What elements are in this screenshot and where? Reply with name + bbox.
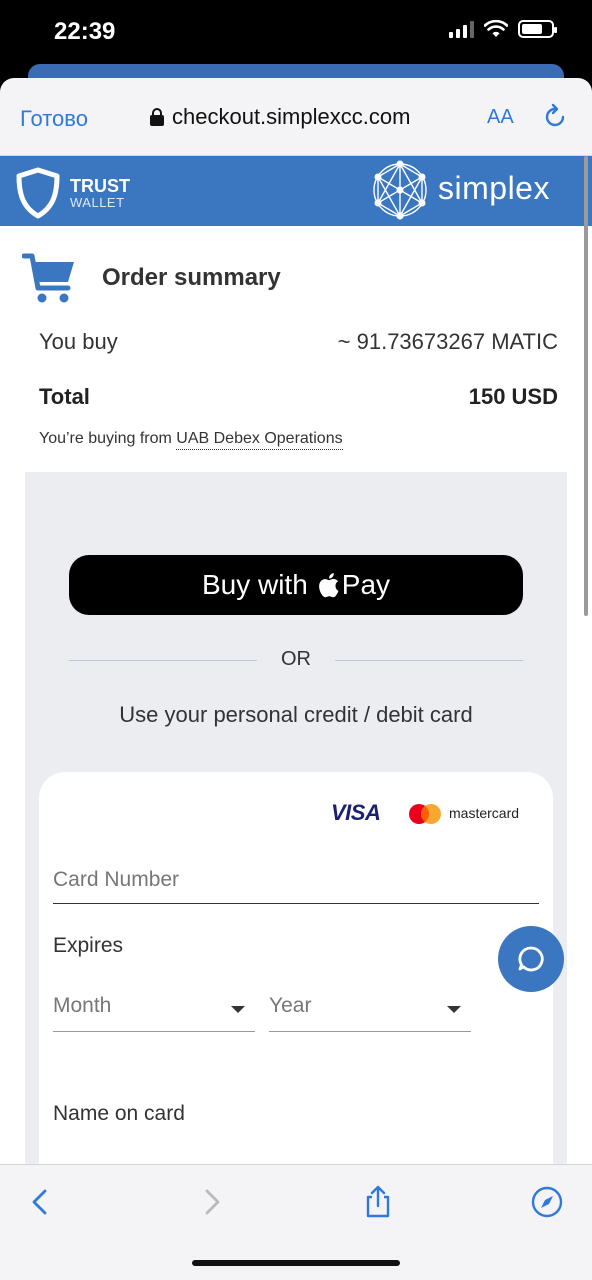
brand-bar: TRUST WALLET simplex <box>0 156 592 226</box>
you-buy-label: You buy <box>39 329 118 354</box>
apple-pay-suffix: Pay <box>341 569 391 600</box>
scrollbar[interactable] <box>584 156 588 616</box>
card-prompt: Use your personal credit / debit card <box>119 702 473 727</box>
wallet-name: TRUST <box>70 176 130 196</box>
forward-icon[interactable] <box>194 1185 228 1219</box>
divider-line-right <box>335 660 523 661</box>
apple-pay-button[interactable]: Buy with Pay <box>69 555 523 615</box>
cart-icon <box>22 253 74 303</box>
you-buy-value: ~ 91.73673267 MATIC <box>337 329 558 354</box>
order-summary-title: Order summary <box>102 264 281 291</box>
chevron-down-icon <box>447 1006 461 1013</box>
browser-header: Готово checkout.simplexcc.com AA <box>0 78 592 156</box>
lock-icon <box>150 108 164 126</box>
year-placeholder: Year <box>269 994 312 1017</box>
or-divider: OR <box>69 648 523 672</box>
apple-logo-icon <box>318 573 339 598</box>
web-page: TRUST WALLET simplex Order summary You b… <box>0 156 592 1164</box>
month-select[interactable]: Month <box>53 994 255 1032</box>
wallet-subname: WALLET <box>70 195 125 210</box>
expires-label: Expires <box>53 934 124 957</box>
buying-from-prefix: You’re buying from <box>39 430 172 447</box>
apple-pay-prefix: Buy with <box>201 569 308 600</box>
home-indicator[interactable] <box>192 1260 400 1266</box>
mastercard-icon <box>409 804 441 824</box>
share-icon[interactable] <box>361 1185 395 1219</box>
chat-bubble-icon <box>518 946 544 972</box>
card-form: VISA mastercard Card Number Expires Mont… <box>39 772 553 1164</box>
apple-pay-mark: Pay <box>318 569 390 601</box>
payment-panel: Buy with Pay OR Use your personal credit… <box>25 472 567 1164</box>
status-icons <box>449 20 557 38</box>
visa-logo: VISA <box>331 800 381 825</box>
simplex-logo-icon <box>373 160 427 220</box>
processor-name: simplex <box>438 170 550 206</box>
done-button[interactable]: Готово <box>20 106 88 132</box>
battery-icon <box>518 20 557 38</box>
seller-link[interactable]: UAB Debex Operations <box>176 430 343 450</box>
cellular-signal-icon <box>449 20 474 38</box>
text-size-button[interactable]: AA <box>487 106 514 129</box>
card-number-input[interactable]: Card Number <box>53 864 539 904</box>
address-bar[interactable]: checkout.simplexcc.com <box>150 104 410 130</box>
chevron-down-icon <box>231 1006 245 1013</box>
year-select[interactable]: Year <box>269 994 471 1032</box>
total-value: 150 USD <box>468 384 558 409</box>
url-text: checkout.simplexcc.com <box>172 104 411 129</box>
name-on-card-label: Name on card <box>53 1102 185 1125</box>
buying-from: You’re buying from UAB Debex Operations <box>39 430 343 450</box>
status-bar: 22:39 <box>0 0 592 66</box>
trust-wallet-shield-icon <box>16 167 60 219</box>
wifi-icon <box>484 20 508 37</box>
compass-icon[interactable] <box>530 1185 564 1219</box>
back-icon[interactable] <box>24 1185 58 1219</box>
status-time: 22:39 <box>54 18 116 45</box>
total-label: Total <box>39 384 90 409</box>
mastercard-logo-text: mastercard <box>449 805 520 821</box>
chat-button[interactable] <box>498 926 564 992</box>
reload-icon[interactable] <box>540 102 570 132</box>
month-placeholder: Month <box>53 994 112 1017</box>
